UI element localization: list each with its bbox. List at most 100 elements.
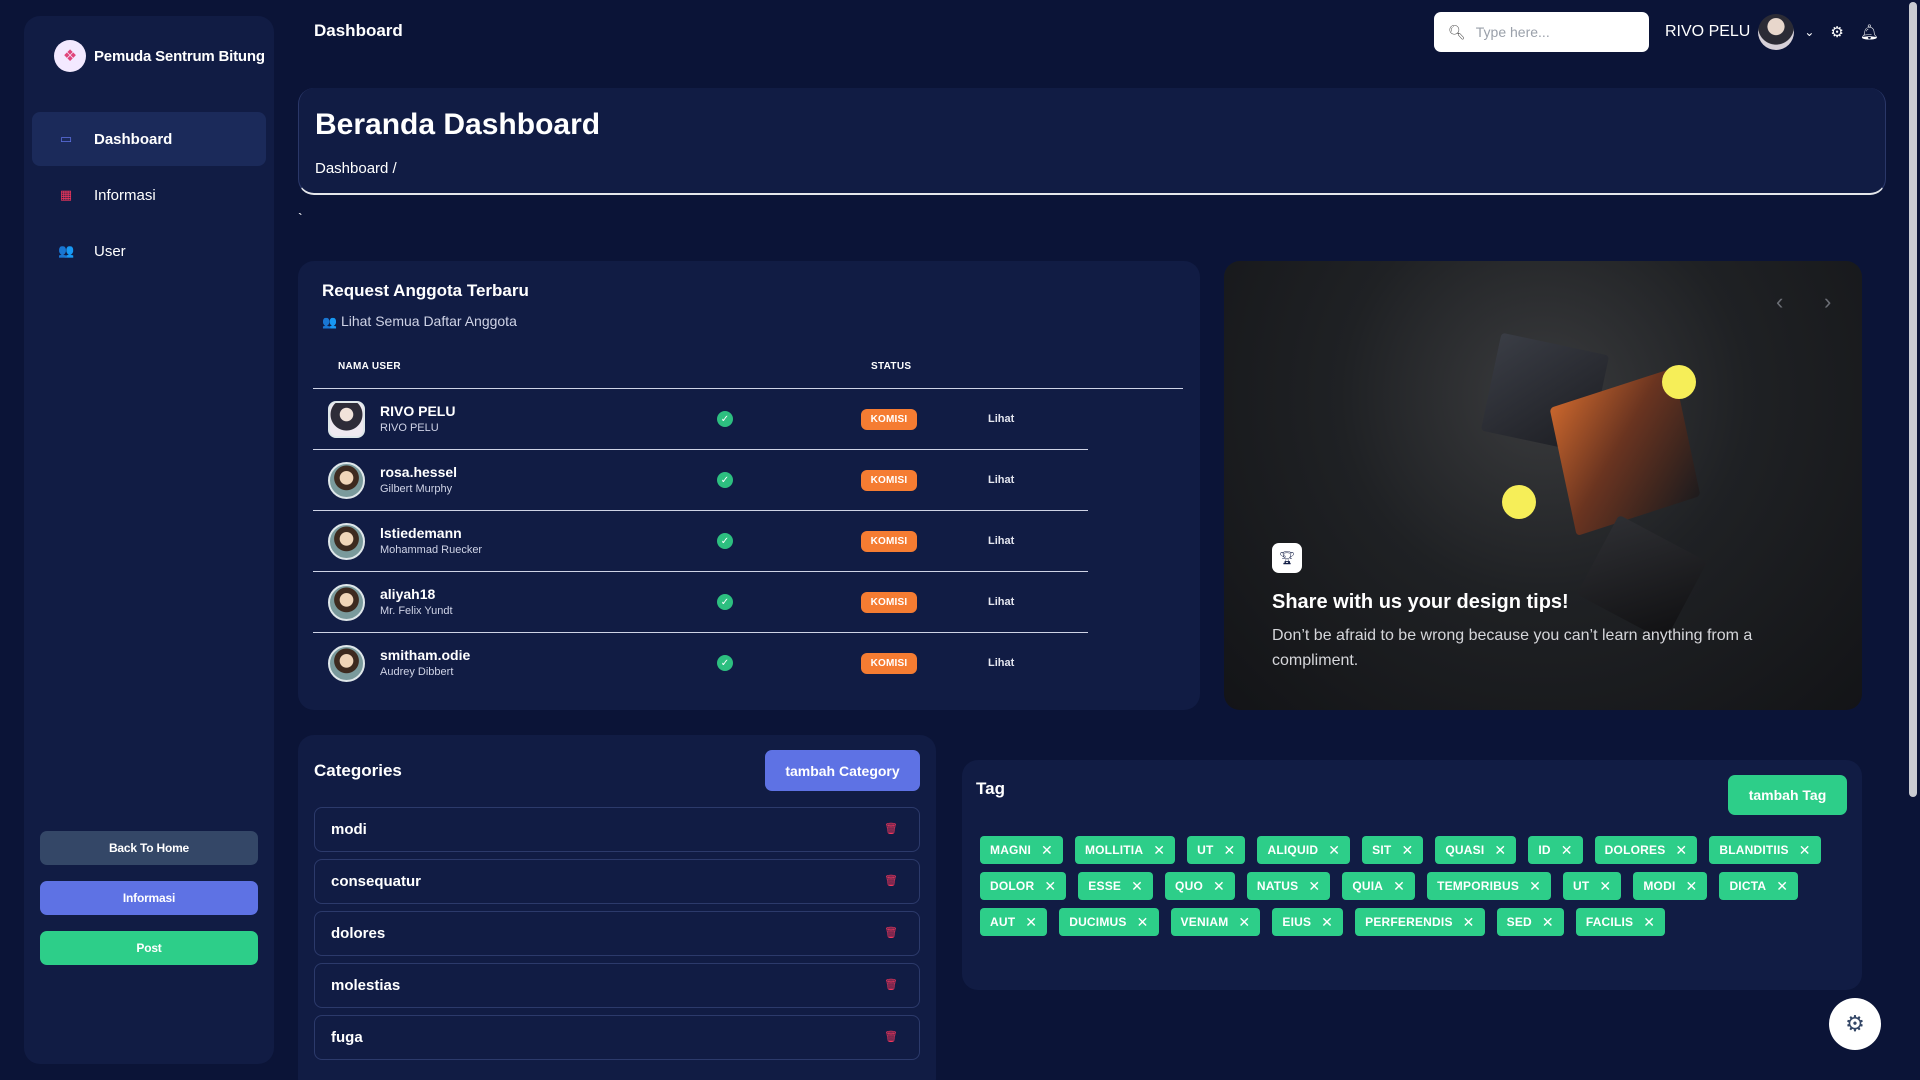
close-icon[interactable]: ✕: [1393, 878, 1405, 895]
avatar: [328, 523, 365, 560]
card-title: Request Anggota Terbaru: [322, 281, 529, 300]
close-icon[interactable]: ✕: [1308, 878, 1320, 895]
view-link[interactable]: Lihat: [988, 413, 1014, 425]
user-menu[interactable]: RIVO PELU ⌄ ⚙ 🔔︎: [1665, 14, 1879, 50]
username: rosa.hessel: [380, 464, 458, 480]
post-button[interactable]: Post: [40, 931, 258, 965]
sidebar-item-user[interactable]: 👥 User: [32, 224, 266, 278]
view-link[interactable]: Lihat: [988, 535, 1014, 547]
breadcrumb[interactable]: Dashboard /: [315, 160, 397, 177]
tag-chip: EIUS ✕: [1272, 908, 1344, 936]
scrollbar[interactable]: [1907, 0, 1920, 1080]
view-link[interactable]: Lihat: [988, 596, 1014, 608]
close-icon[interactable]: ✕: [1463, 914, 1475, 931]
close-icon[interactable]: ✕: [1643, 914, 1655, 931]
informasi-button[interactable]: Informasi: [40, 881, 258, 915]
search-input[interactable]: [1475, 24, 1636, 40]
close-icon[interactable]: ✕: [1321, 914, 1333, 931]
carousel-next-icon[interactable]: ›: [1824, 289, 1831, 315]
close-icon[interactable]: ✕: [1131, 878, 1143, 895]
close-icon[interactable]: ✕: [1238, 914, 1250, 931]
table-row: RIVO PELU RIVO PELU ✓ KOMISI Lihat: [313, 389, 1088, 450]
close-icon[interactable]: ✕: [1401, 842, 1413, 859]
add-category-button[interactable]: tambah Category: [765, 750, 920, 791]
list-item[interactable]: fuga 🗑︎: [314, 1015, 920, 1060]
tag-label: BLANDITIIS: [1719, 843, 1789, 857]
page-header: Beranda Dashboard Dashboard /: [298, 88, 1886, 195]
list-item[interactable]: consequatur 🗑︎: [314, 859, 920, 904]
decorative-ball: [1662, 365, 1696, 399]
tag-label: MAGNI: [990, 843, 1031, 857]
avatar[interactable]: [1758, 14, 1795, 50]
trash-icon[interactable]: 🗑︎: [884, 978, 898, 991]
list-item[interactable]: molestias 🗑︎: [314, 963, 920, 1008]
list-item[interactable]: modi 🗑︎: [314, 807, 920, 852]
users-icon: 👥: [322, 315, 337, 329]
close-icon[interactable]: ✕: [1776, 878, 1788, 895]
view-link[interactable]: Lihat: [988, 657, 1014, 669]
close-icon[interactable]: ✕: [1137, 914, 1149, 931]
add-tag-button[interactable]: tambah Tag: [1728, 775, 1847, 815]
tag-chip: PERFERENDIS ✕: [1355, 908, 1485, 936]
sidebar-nav: ▭ Dashboard ▦ Informasi 👥 User: [24, 112, 274, 278]
card-title: Categories: [314, 761, 402, 780]
avatar: [328, 462, 365, 499]
sidebar-item-dashboard[interactable]: ▭ Dashboard: [32, 112, 266, 166]
view-all-members-link[interactable]: 👥 Lihat Semua Daftar Anggota: [322, 313, 517, 329]
close-icon[interactable]: ✕: [1561, 842, 1573, 859]
trash-icon[interactable]: 🗑︎: [884, 926, 898, 939]
close-icon[interactable]: ✕: [1675, 842, 1687, 859]
close-icon[interactable]: ✕: [1542, 914, 1554, 931]
fullname: RIVO PELU: [380, 422, 439, 434]
close-icon[interactable]: ✕: [1213, 878, 1225, 895]
settings-fab-button[interactable]: ⚙: [1829, 998, 1881, 1050]
brand-name: Pemuda Sentrum Bitung: [94, 47, 265, 65]
tag-label: QUIA: [1352, 879, 1384, 893]
trash-icon[interactable]: 🗑︎: [884, 1030, 898, 1043]
close-icon[interactable]: ✕: [1224, 842, 1236, 859]
monitor-icon: ▭: [59, 131, 73, 146]
back-to-home-button[interactable]: Back To Home: [40, 831, 258, 865]
fullname: Gilbert Murphy: [380, 483, 453, 495]
close-icon[interactable]: ✕: [1599, 878, 1611, 895]
trophy-icon: 🏆︎: [1272, 543, 1302, 573]
close-icon[interactable]: ✕: [1494, 842, 1506, 859]
view-link[interactable]: Lihat: [988, 474, 1014, 486]
check-circle-icon: ✓: [717, 411, 733, 427]
table-row: aliyah18 Mr. Felix Yundt ✓ KOMISI Lihat: [313, 572, 1088, 633]
brand[interactable]: ❖ Pemuda Sentrum Bitung: [24, 16, 274, 96]
tag-label: DOLORES: [1604, 843, 1666, 857]
scrollbar-thumb[interactable]: [1909, 2, 1917, 797]
close-icon[interactable]: ✕: [1041, 842, 1053, 859]
tag-chip: QUO ✕: [1165, 872, 1235, 900]
close-icon[interactable]: ✕: [1529, 878, 1541, 895]
close-icon[interactable]: ✕: [1153, 842, 1165, 859]
close-icon[interactable]: ✕: [1686, 878, 1698, 895]
tag-chip: SED ✕: [1496, 908, 1564, 936]
close-icon[interactable]: ✕: [1328, 842, 1340, 859]
sidebar-item-informasi[interactable]: ▦ Informasi: [32, 168, 266, 222]
username: aliyah18: [380, 586, 436, 602]
tag-chip: ESSE ✕: [1078, 872, 1154, 900]
bell-icon[interactable]: 🔔︎: [1860, 23, 1879, 41]
search-box[interactable]: 🔍︎: [1434, 12, 1649, 52]
gear-icon: ⚙: [1845, 1011, 1865, 1036]
close-icon[interactable]: ✕: [1025, 914, 1037, 931]
chevron-down-icon[interactable]: ⌄: [1804, 25, 1814, 39]
tag-label: UT: [1197, 843, 1214, 857]
tag-chip: NATUS ✕: [1246, 872, 1331, 900]
tag-label: TEMPORIBUS: [1437, 879, 1520, 893]
request-members-card: Request Anggota Terbaru 👥 Lihat Semua Daf…: [298, 261, 1200, 710]
tag-list: MAGNI ✕ MOLLITIA ✕ UT ✕ ALIQUID ✕ SIT ✕ QUASI…: [980, 836, 1840, 936]
close-icon[interactable]: ✕: [1799, 842, 1811, 859]
username: RIVO PELU: [380, 403, 456, 419]
gear-icon[interactable]: ⚙: [1830, 23, 1843, 41]
table-row: smitham.odie Audrey Dibbert ✓ KOMISI Lih…: [313, 633, 1088, 694]
list-item[interactable]: dolores 🗑︎: [314, 911, 920, 956]
close-icon[interactable]: ✕: [1044, 878, 1056, 895]
trash-icon[interactable]: 🗑︎: [884, 822, 898, 835]
check-circle-icon: ✓: [717, 655, 733, 671]
trash-icon[interactable]: 🗑︎: [884, 874, 898, 887]
tag-chip: MOLLITIA ✕: [1074, 836, 1176, 864]
carousel-prev-icon[interactable]: ‹: [1776, 289, 1783, 315]
